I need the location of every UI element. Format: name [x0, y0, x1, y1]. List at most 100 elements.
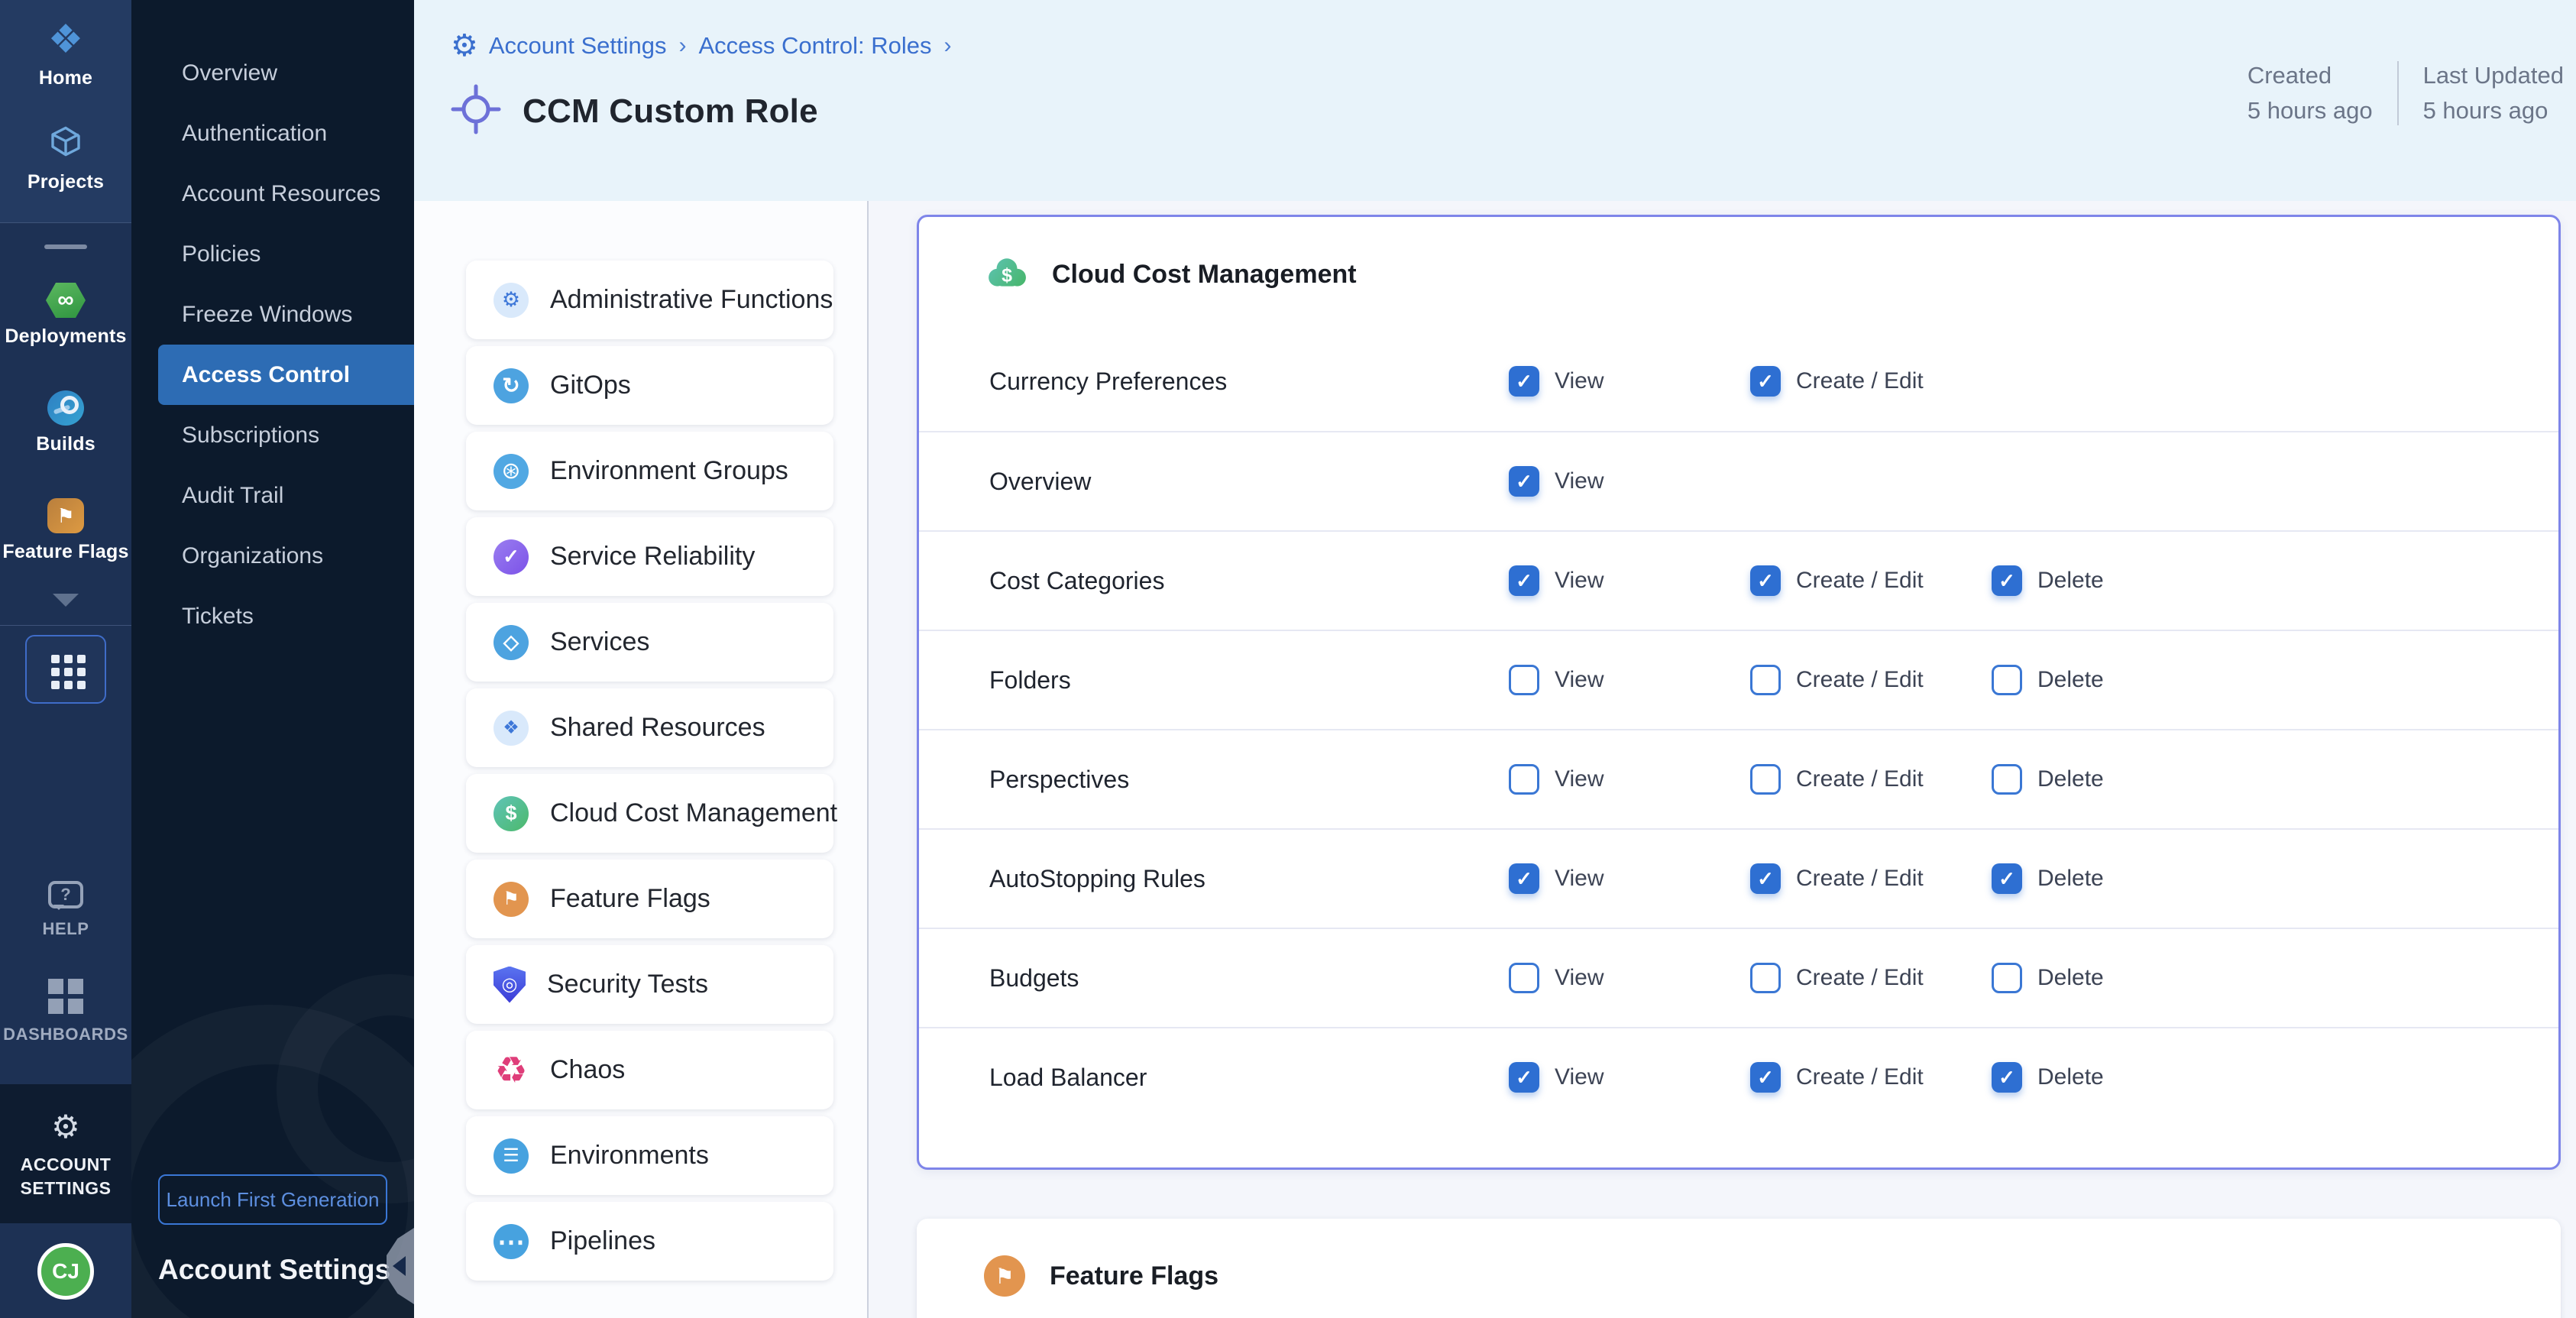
settings-nav-item[interactable]: Tickets [131, 586, 414, 646]
permission-row: Currency Preferences View Create / Edit [919, 332, 2558, 431]
nav-builds-label: Builds [36, 433, 95, 455]
cube-icon [47, 123, 84, 164]
view-permission: View [1509, 764, 1750, 795]
settings-nav-item[interactable]: Overview [131, 43, 414, 103]
create-edit-checkbox[interactable] [1750, 764, 1781, 795]
chevron-down-icon[interactable] [53, 594, 79, 607]
view-checkbox[interactable] [1509, 665, 1539, 695]
grid-icon [51, 655, 60, 663]
create-edit-checkbox[interactable] [1750, 665, 1781, 695]
nav-feature-flags[interactable]: ⚑ Feature Flags [2, 498, 128, 563]
delete-permission: Delete [1992, 963, 2233, 993]
view-checkbox[interactable] [1509, 466, 1539, 497]
user-avatar[interactable]: CJ [37, 1243, 94, 1300]
role-target-icon [451, 84, 501, 138]
nav-dashboards[interactable]: DASHBOARDS [3, 979, 128, 1044]
created-value: 5 hours ago [2248, 93, 2373, 128]
nav-builds[interactable]: Builds [36, 390, 95, 455]
resource-type-icon [494, 625, 529, 660]
permission-resource-label: Folders [989, 666, 1509, 695]
nav-help[interactable]: ? HELP [42, 881, 89, 939]
settings-sidebar-title: Account Settings [131, 1254, 414, 1318]
resource-type-item[interactable]: Service Reliability [466, 517, 833, 596]
last-updated-meta: Last Updated 5 hours ago [2423, 58, 2564, 128]
resource-type-item[interactable]: Administrative Functions [466, 261, 833, 339]
resource-type-icon [494, 711, 529, 746]
resource-type-item[interactable]: Pipelines [466, 1202, 833, 1281]
settings-nav-list: Overview Authentication Account Resource… [131, 43, 414, 646]
last-updated-value: 5 hours ago [2423, 93, 2564, 128]
resource-type-icon [494, 454, 529, 489]
create-edit-checkbox[interactable] [1750, 565, 1781, 596]
svg-text:$: $ [1002, 264, 1012, 286]
delete-checkbox[interactable] [1992, 1062, 2022, 1093]
created-meta: Created 5 hours ago [2248, 58, 2373, 128]
create-edit-permission: Create / Edit [1750, 665, 1992, 695]
settings-nav-item[interactable]: Account Resources [131, 164, 414, 224]
breadcrumb-gear-icon: ⚙ [451, 31, 478, 61]
view-checkbox-label: View [1555, 568, 1604, 594]
delete-checkbox-label: Delete [2037, 766, 2104, 792]
module-selector-button[interactable] [25, 635, 106, 704]
resource-type-item[interactable]: Security Tests [466, 945, 833, 1024]
nav-projects[interactable]: Projects [28, 123, 104, 193]
delete-checkbox[interactable] [1992, 665, 2022, 695]
create-edit-checkbox[interactable] [1750, 863, 1781, 894]
settings-nav-item[interactable]: Organizations [131, 526, 414, 586]
ccm-panel-header: $ Cloud Cost Management [919, 217, 2558, 332]
resource-type-label: GitOps [550, 371, 631, 400]
delete-checkbox[interactable] [1992, 565, 2022, 596]
view-permission: View [1509, 366, 1750, 397]
delete-checkbox[interactable] [1992, 863, 2022, 894]
resource-type-label: Feature Flags [550, 884, 710, 914]
breadcrumb-account-settings[interactable]: Account Settings [489, 32, 667, 60]
delete-checkbox[interactable] [1992, 963, 2022, 993]
create-edit-checkbox[interactable] [1750, 1062, 1781, 1093]
permission-resource-label: Currency Preferences [989, 368, 1509, 396]
resource-type-item[interactable]: Services [466, 603, 833, 682]
create-edit-checkbox[interactable] [1750, 366, 1781, 397]
resource-type-item[interactable]: Environments [466, 1116, 833, 1195]
resource-type-item[interactable]: GitOps [466, 346, 833, 425]
resource-type-icon [494, 1138, 529, 1174]
settings-nav-item[interactable]: Freeze Windows [131, 284, 414, 345]
view-checkbox-label: View [1555, 1064, 1604, 1090]
settings-nav-item[interactable]: Policies [131, 224, 414, 284]
view-checkbox[interactable] [1509, 1062, 1539, 1093]
rail-divider-dash [44, 244, 87, 249]
launch-first-generation-button[interactable]: Launch First Generation [158, 1174, 387, 1225]
view-checkbox[interactable] [1509, 565, 1539, 596]
resource-type-item[interactable]: Cloud Cost Management [466, 774, 833, 853]
meta-divider [2397, 61, 2399, 125]
create-edit-permission: Create / Edit [1750, 366, 1992, 397]
resource-type-label: Cloud Cost Management [550, 798, 837, 828]
avatar-wrap: CJ [37, 1223, 94, 1318]
view-checkbox[interactable] [1509, 863, 1539, 894]
delete-checkbox[interactable] [1992, 764, 2022, 795]
create-edit-checkbox[interactable] [1750, 963, 1781, 993]
breadcrumb-access-control-roles[interactable]: Access Control: Roles [699, 32, 932, 60]
permission-row: Perspectives View Create / Edit [919, 729, 2558, 828]
settings-nav-item[interactable]: Subscriptions [131, 405, 414, 465]
builds-icon [47, 390, 84, 426]
harness-logo-icon: ❖ [48, 20, 84, 60]
resource-type-item[interactable]: Shared Resources [466, 688, 833, 767]
created-label: Created [2248, 58, 2373, 93]
nav-home[interactable]: ❖ Home [39, 20, 92, 89]
settings-nav-item[interactable]: Access Control [158, 345, 414, 405]
resource-type-item[interactable]: Chaos [466, 1031, 833, 1109]
nav-home-label: Home [39, 67, 92, 89]
view-checkbox[interactable] [1509, 366, 1539, 397]
view-checkbox[interactable] [1509, 764, 1539, 795]
create-edit-checkbox-label: Create / Edit [1796, 368, 1924, 394]
resource-type-item[interactable]: Feature Flags [466, 860, 833, 938]
nav-deployments[interactable]: ∞ Deployments [5, 283, 126, 348]
resource-type-icon [494, 1053, 529, 1088]
view-checkbox-label: View [1555, 965, 1604, 991]
nav-account-settings[interactable]: ⚙ ACCOUNT SETTINGS [0, 1084, 131, 1223]
resource-type-item[interactable]: Environment Groups [466, 432, 833, 510]
view-checkbox[interactable] [1509, 963, 1539, 993]
settings-nav-item[interactable]: Audit Trail [131, 465, 414, 526]
settings-nav-item[interactable]: Authentication [131, 103, 414, 164]
dashboards-icon [48, 979, 63, 994]
